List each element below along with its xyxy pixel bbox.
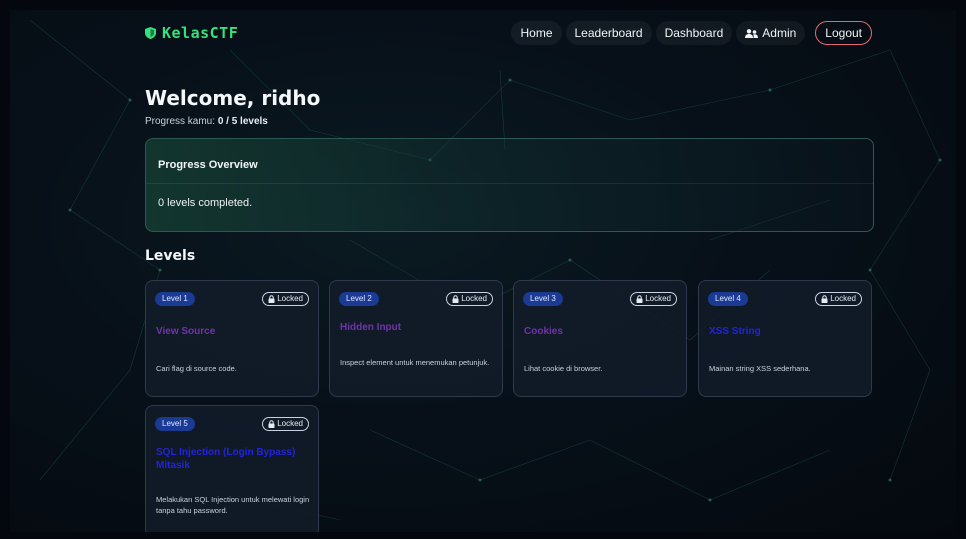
level-card-4[interactable]: Level 4 Locked XSS String Mainan string … — [698, 280, 872, 397]
lock-icon — [636, 295, 643, 303]
lock-icon — [452, 295, 459, 303]
level-card-2[interactable]: Level 2 Locked Hidden Input Inspect elem… — [329, 280, 503, 397]
lock-icon — [821, 295, 828, 303]
nav-admin-link[interactable]: Admin — [736, 21, 806, 45]
nav-links: Home Leaderboard Dashboard Admin Logout — [511, 21, 872, 45]
level-badge: Level 1 — [155, 292, 195, 306]
lock-icon — [268, 295, 275, 303]
level-badge: Level 5 — [155, 417, 195, 431]
level-description: Lihat cookie di browser. — [524, 364, 603, 373]
locked-badge: Locked — [815, 292, 862, 306]
progress-summary: Progress kamu: 0 / 5 levels — [145, 116, 268, 127]
level-title[interactable]: Hidden Input — [340, 321, 401, 334]
locked-badge: Locked — [446, 292, 493, 306]
level-badge: Level 3 — [523, 292, 563, 306]
level-description: Cari flag di source code. — [156, 364, 237, 373]
locked-label: Locked — [461, 294, 487, 303]
users-icon — [745, 28, 759, 38]
level-description: Melakukan SQL Injection untuk melewati l… — [156, 495, 310, 515]
level-card-3[interactable]: Level 3 Locked Cookies Lihat cookie di b… — [513, 280, 687, 397]
level-card-5[interactable]: Level 5 Locked SQL Injection (Login Bypa… — [145, 405, 319, 532]
level-card-1[interactable]: Level 1 Locked View Source Cari flag di … — [145, 280, 319, 397]
level-title[interactable]: XSS String — [709, 325, 761, 338]
level-title[interactable]: SQL Injection (Login Bypass) Mitasik — [156, 446, 306, 472]
level-description: Inspect element untuk menemukan petunjuk… — [340, 358, 490, 367]
locked-badge: Locked — [262, 292, 309, 306]
shield-icon — [145, 27, 156, 39]
brand-logo[interactable]: KelasCTF — [145, 24, 238, 42]
level-badge: Level 2 — [339, 292, 379, 306]
progress-overview-card: Progress Overview 0 levels completed. — [145, 138, 874, 232]
welcome-title: Welcome, ridho — [145, 86, 321, 110]
level-title[interactable]: View Source — [156, 325, 215, 338]
nav-admin-label: Admin — [762, 26, 797, 40]
progress-value: 0 / 5 levels — [217, 116, 268, 127]
locked-label: Locked — [277, 419, 303, 428]
level-badge: Level 4 — [708, 292, 748, 306]
locked-badge: Locked — [262, 417, 309, 431]
level-description: Mainan string XSS sederhana. — [709, 364, 811, 373]
nav-home-link[interactable]: Home — [511, 21, 562, 45]
progress-overview-title: Progress Overview — [158, 159, 258, 171]
progress-overview-text: 0 levels completed. — [158, 197, 253, 209]
brand-name: KelasCTF — [162, 24, 239, 42]
lock-icon — [268, 420, 275, 428]
navbar: KelasCTF Home Leaderboard Dashboard Admi… — [10, 10, 956, 56]
progress-label: Progress kamu: — [145, 116, 216, 127]
logout-button[interactable]: Logout — [815, 21, 872, 45]
progress-bar-track — [146, 183, 873, 184]
nav-dashboard-link[interactable]: Dashboard — [655, 21, 733, 45]
level-title[interactable]: Cookies — [524, 325, 563, 338]
nav-leaderboard-link[interactable]: Leaderboard — [565, 21, 652, 45]
page-frame: KelasCTF Home Leaderboard Dashboard Admi… — [10, 10, 956, 532]
locked-label: Locked — [645, 294, 671, 303]
locked-label: Locked — [830, 294, 856, 303]
locked-label: Locked — [277, 294, 303, 303]
levels-heading: Levels — [145, 248, 196, 264]
locked-badge: Locked — [630, 292, 677, 306]
